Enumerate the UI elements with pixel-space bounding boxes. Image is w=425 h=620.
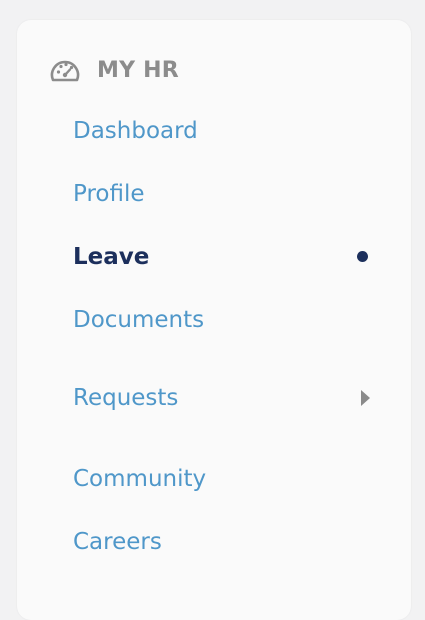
section-header: MY HR bbox=[49, 54, 179, 86]
nav-item-requests[interactable]: Requests bbox=[73, 380, 373, 416]
nav-item-leave[interactable]: Leave bbox=[73, 239, 373, 275]
nav-item-label: Requests bbox=[73, 385, 179, 411]
gauge-icon bbox=[49, 57, 81, 83]
nav-item-label: Careers bbox=[73, 529, 162, 555]
active-indicator-dot bbox=[357, 251, 368, 262]
nav-item-dashboard[interactable]: Dashboard bbox=[73, 113, 373, 149]
nav-item-community[interactable]: Community bbox=[73, 461, 373, 497]
nav-item-label: Dashboard bbox=[73, 118, 198, 144]
nav-item-documents[interactable]: Documents bbox=[73, 302, 373, 338]
nav-item-label: Profile bbox=[73, 181, 145, 207]
nav-item-label: Community bbox=[73, 466, 207, 492]
chevron-right-icon[interactable] bbox=[361, 390, 370, 406]
section-title: MY HR bbox=[97, 57, 179, 83]
nav-item-label: Documents bbox=[73, 307, 205, 333]
nav-item-profile[interactable]: Profile bbox=[73, 176, 373, 212]
nav-item-label: Leave bbox=[73, 244, 150, 270]
nav-item-careers[interactable]: Careers bbox=[73, 524, 373, 560]
